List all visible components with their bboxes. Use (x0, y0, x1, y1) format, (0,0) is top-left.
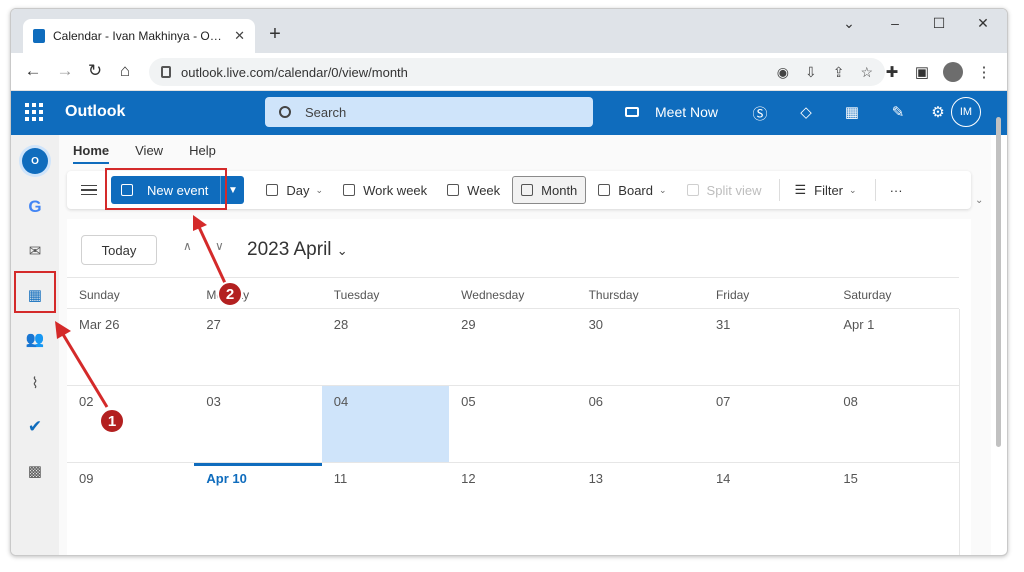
annotation-arrows (55, 215, 227, 408)
browser-window: Calendar - Ivan Makhinya - Outlo ✕ + ⌄ –… (10, 8, 1008, 556)
arrow-2-line (197, 226, 227, 284)
step-badge-1: 1 (99, 408, 125, 434)
step-badge-2: 2 (217, 281, 243, 307)
arrow-1-line (59, 330, 109, 408)
